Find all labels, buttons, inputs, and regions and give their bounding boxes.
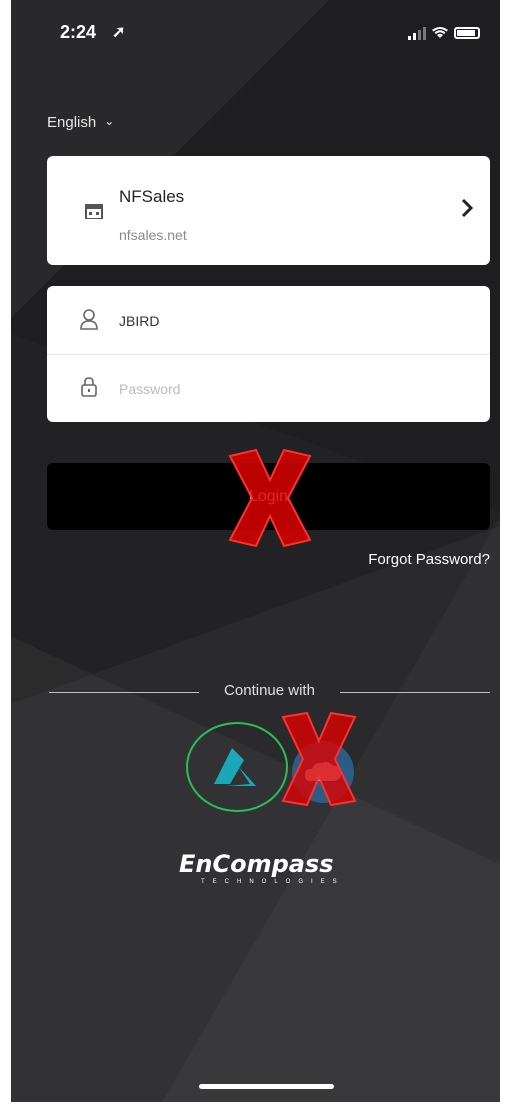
signal-icon [408,26,426,40]
site-selector-card[interactable]: NFSales nfsales.net [47,156,490,265]
building-icon [85,204,103,219]
continue-with-divider: Continue with [49,682,490,702]
language-label: English [47,114,97,131]
salesforce-icon [304,762,341,781]
wifi-icon [432,27,448,38]
lock-icon [81,377,97,397]
brand-name: EnCompass [179,850,334,878]
chevron-down-icon: ⌄ [104,114,115,128]
divider-line [340,692,490,693]
login-button[interactable]: Login [47,463,490,530]
app-screen: 2:24 ➚ English ⌄ NFSales nfsales.net JBI… [11,0,500,1102]
location-arrow-icon: ➚ [112,24,126,41]
username-field[interactable] [47,286,490,355]
site-url: nfsales.net [119,227,187,243]
credentials-card [47,286,490,422]
language-selector[interactable]: English ⌄ [47,114,114,131]
divider-line [49,692,199,693]
user-icon [80,309,98,330]
username-input[interactable] [117,306,451,336]
company-logo: EnCompass TECHNOLOGIES [179,850,379,890]
continue-with-label: Continue with [224,682,315,699]
brand-sub: TECHNOLOGIES [201,879,345,885]
password-field[interactable] [47,354,490,422]
status-bar: 2:24 ➚ [11,20,500,50]
status-time: 2:24 [60,22,97,42]
password-input[interactable] [117,374,451,404]
battery-icon [454,27,480,39]
azure-login-button[interactable] [186,722,288,812]
home-indicator[interactable] [199,1084,334,1089]
azure-icon [214,748,256,786]
forgot-password-link[interactable]: Forgot Password? [368,551,490,568]
salesforce-login-button[interactable] [292,741,354,803]
login-label: Login [248,487,289,505]
site-name: NFSales [119,187,185,206]
chevron-right-icon [461,198,474,218]
status-icons [408,26,480,40]
